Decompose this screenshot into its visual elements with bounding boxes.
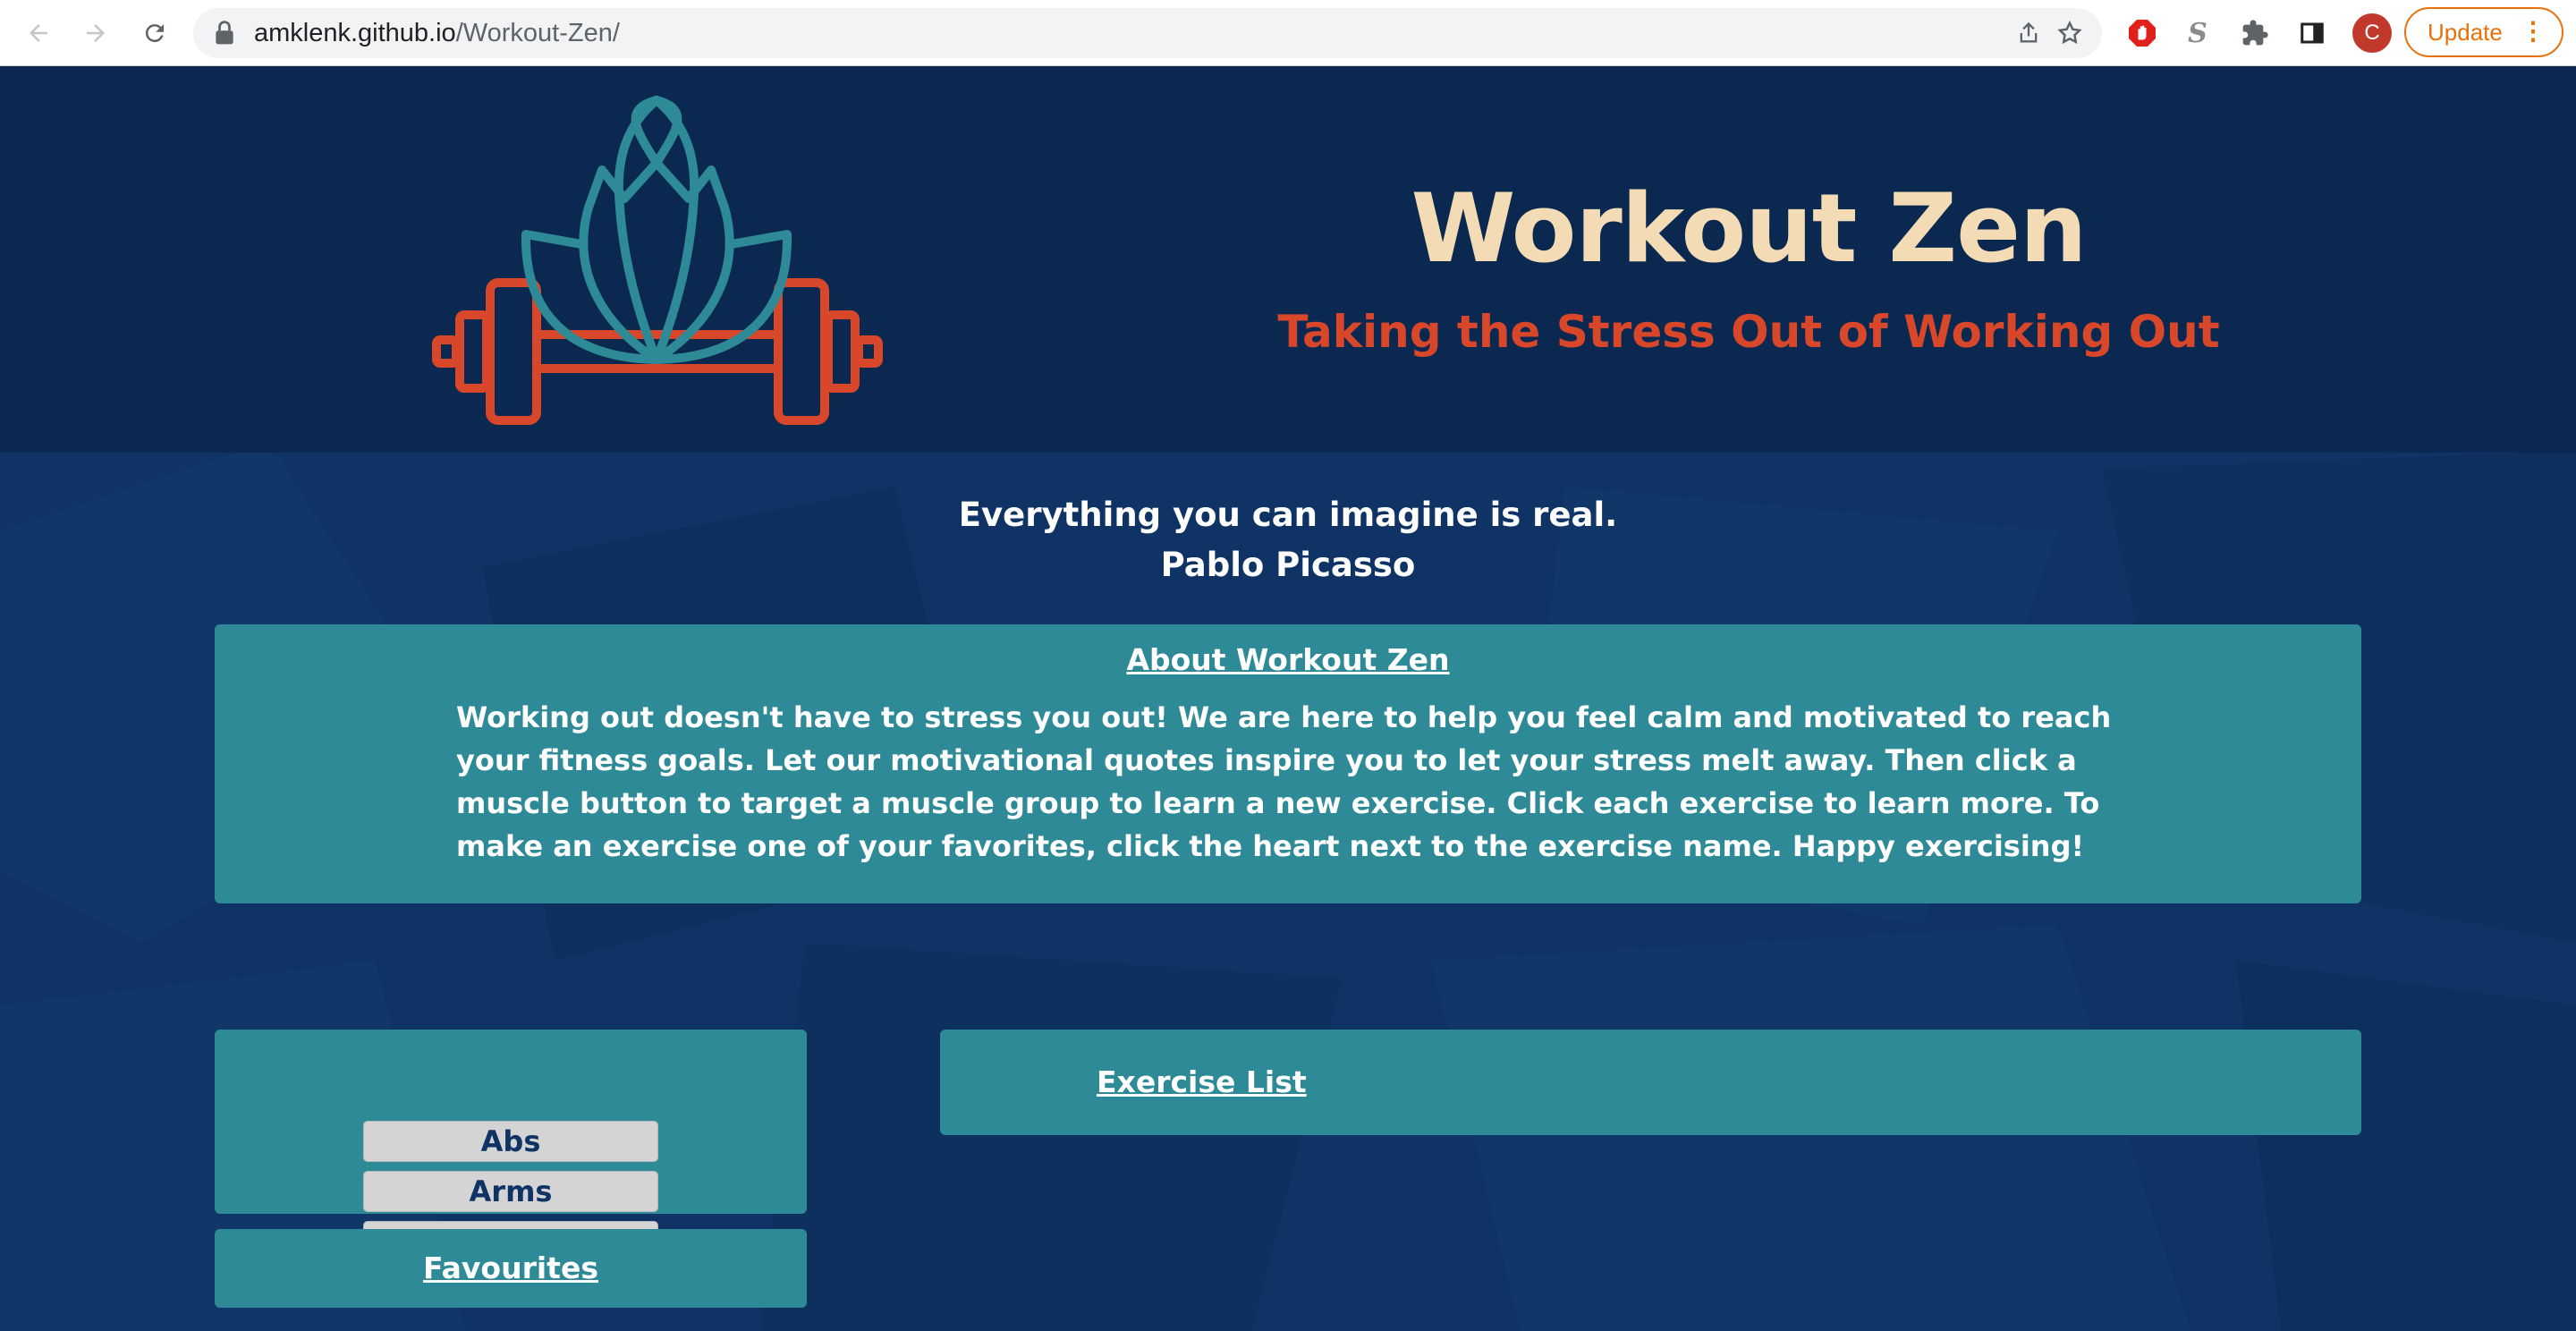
arms-button[interactable]: Arms — [363, 1171, 658, 1212]
s-extension-icon[interactable]: S — [2177, 13, 2218, 54]
exercise-list-panel: Exercise List — [940, 1030, 2361, 1135]
reload-icon[interactable] — [134, 13, 175, 54]
site-header: Workout Zen Taking the Stress Out of Wor… — [0, 66, 2576, 453]
page-content: Workout Zen Taking the Stress Out of Wor… — [0, 66, 2576, 1331]
motivational-quote: Everything you can imagine is real. Pabl… — [930, 490, 1646, 590]
star-icon[interactable] — [2054, 17, 2086, 49]
back-icon[interactable] — [18, 13, 59, 54]
about-text: Working out doesn't have to stress you o… — [456, 700, 2112, 863]
site-tagline: Taking the Stress Out of Working Out — [1277, 306, 2220, 358]
address-bar[interactable]: amklenk.github.io/Workout-Zen/ — [193, 8, 2102, 58]
site-title: Workout Zen — [1411, 174, 2088, 284]
puzzle-icon[interactable] — [2234, 13, 2275, 54]
url-text[interactable]: amklenk.github.io/Workout-Zen/ — [254, 8, 620, 58]
menu-dots-icon: ⋮ — [2521, 17, 2546, 45]
update-button[interactable]: Update ⋮ — [2404, 7, 2563, 57]
abs-button[interactable]: Abs — [363, 1121, 658, 1162]
share-icon[interactable] — [2012, 17, 2045, 49]
about-heading: About Workout Zen — [1126, 642, 1450, 677]
muscle-buttons-panel: Abs Arms Legs — [215, 1030, 807, 1262]
lock-icon[interactable] — [215, 21, 234, 46]
quote-text: Everything you can imagine is real. — [958, 496, 1618, 534]
sidepanel-icon[interactable] — [2292, 13, 2333, 54]
forward-icon[interactable] — [75, 13, 116, 54]
url-path: /Workout-Zen/ — [455, 19, 620, 47]
adblock-icon[interactable] — [2122, 13, 2163, 54]
update-label: Update — [2428, 19, 2503, 46]
lotus-barbell-logo — [432, 95, 883, 425]
exercise-list-link[interactable]: Exercise List — [1097, 1030, 1307, 1135]
profile-avatar[interactable]: C — [2352, 13, 2392, 53]
browser-toolbar: amklenk.github.io/Workout-Zen/ S C Updat… — [0, 0, 2576, 66]
favourites-panel: Favourites — [215, 1229, 807, 1308]
favourites-link[interactable]: Favourites — [215, 1229, 807, 1308]
quote-author: Pablo Picasso — [1160, 546, 1416, 584]
about-panel: About Workout Zen Working out doesn't ha… — [215, 624, 2361, 903]
url-host: amklenk.github.io — [254, 19, 456, 47]
